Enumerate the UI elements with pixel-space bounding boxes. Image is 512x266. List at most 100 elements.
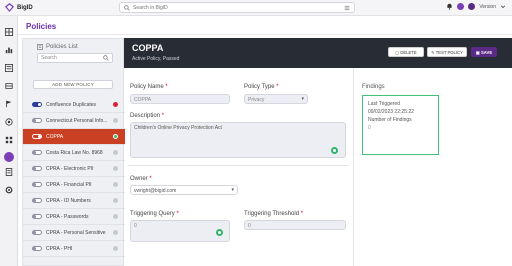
triggering-query-field[interactable]: 0 — [130, 220, 230, 242]
policy-toggle[interactable] — [32, 246, 42, 251]
policy-toggle[interactable] — [32, 214, 42, 219]
description-label: Description * — [130, 113, 165, 119]
chevron-down-icon: ▾ — [301, 96, 304, 102]
search-icon — [103, 55, 109, 61]
status-indicator-icon — [113, 230, 118, 235]
bigid-logo-icon — [5, 3, 14, 12]
flag-icon[interactable] — [5, 100, 13, 108]
status-indicator-icon — [113, 214, 118, 219]
top-bar: BigID Version — [0, 0, 512, 16]
threshold-value: 0 — [248, 223, 251, 229]
status-indicator-icon — [113, 182, 118, 187]
policy-list-item-label: CPRA - Passwords — [46, 214, 89, 220]
page-title: Policies — [26, 22, 57, 31]
nav-rail — [0, 16, 18, 266]
status-indicator-icon — [113, 150, 118, 155]
delete-label: DELETE — [400, 50, 417, 55]
policy-list-item[interactable]: CPRA - ID Numbers — [23, 193, 125, 209]
status-indicator-icon — [113, 118, 118, 123]
policy-toggle[interactable] — [32, 102, 42, 107]
divider — [18, 34, 512, 35]
owner-value: vwright@bigid.com — [134, 188, 177, 194]
policy-list-item[interactable]: Costa Rica Law No. 8968 — [23, 145, 125, 161]
findings-count-label: Number of Findings — [368, 117, 412, 123]
policy-title: COPPA — [132, 43, 164, 53]
catalog-icon[interactable] — [5, 64, 13, 72]
policy-list-item[interactable]: CPRA - Electronic PII — [23, 161, 125, 177]
description-value: Children's Online Privacy Protection Act — [134, 125, 222, 131]
policy-list-item-label: Costa Rica Law No. 8968 — [46, 150, 103, 156]
policy-toggle[interactable] — [32, 230, 42, 235]
policy-toggle[interactable] — [32, 198, 42, 203]
policy-toggle[interactable] — [32, 182, 42, 187]
add-policy-button[interactable]: ADD NEW POLICY — [33, 80, 113, 89]
policies-sidebar: Policies List Search ADD NEW POLICY Conf… — [22, 38, 125, 266]
status-indicator-icon — [113, 102, 118, 107]
save-label: SAVE — [481, 50, 493, 55]
triggering-query-value: 0 — [134, 223, 137, 229]
chevron-down-icon: ▾ — [231, 187, 234, 193]
status-indicator-icon — [113, 166, 118, 171]
app-logo[interactable]: BigID — [5, 3, 33, 12]
policy-list-item[interactable]: CPRA - Financial PII — [23, 177, 125, 193]
threshold-field[interactable]: 0 — [244, 220, 346, 230]
policy-type-select[interactable]: Privacy ▾ — [244, 94, 308, 104]
divider — [128, 165, 348, 166]
policy-list-item-label: COPPA — [46, 134, 64, 140]
policy-toggle[interactable] — [32, 118, 42, 123]
description-field[interactable]: Children's Online Privacy Protection Act — [130, 122, 346, 158]
user-label[interactable]: Version — [479, 4, 496, 10]
status-indicator-icon — [113, 246, 118, 251]
test-policy-label: TEST POLICY — [435, 50, 463, 55]
scan-icon[interactable] — [5, 118, 13, 126]
findings-title: Findings — [362, 84, 385, 90]
policy-list-item[interactable]: CPRA - Passwords — [23, 209, 125, 225]
last-triggered-label: Last Triggered — [368, 101, 400, 107]
test-policy-button[interactable]: ✎ TEST POLICY — [427, 47, 467, 57]
document-icon[interactable] — [5, 168, 13, 176]
policy-list-item[interactable]: Confluence Duplicates — [23, 97, 125, 113]
policy-name-value: COPPA — [134, 97, 152, 103]
policy-list-item[interactable]: Connecticut Personal Info... — [23, 113, 125, 129]
policy-toggle[interactable] — [32, 150, 42, 155]
bell-icon[interactable] — [446, 3, 453, 10]
settings-icon[interactable] — [500, 4, 506, 10]
policy-list-item-label: Confluence Duplicates — [46, 102, 97, 108]
policy-list-item[interactable]: CPRA - Personal Sensitive — [23, 225, 125, 241]
filter-icon[interactable] — [344, 5, 350, 11]
policy-type-value: Privacy — [248, 97, 265, 103]
policy-list-item-label: CPRA - Financial PII — [46, 182, 92, 188]
policy-header: COPPA Active Policy, Passed ▢ DELETE ✎ T… — [124, 38, 512, 68]
findings-card: Last Triggered 09/02/2023 22:25:22 Numbe… — [362, 95, 439, 155]
reports-icon[interactable] — [5, 46, 13, 54]
delete-button[interactable]: ▢ DELETE — [388, 47, 424, 57]
triggering-query-label: Triggering Query * — [130, 211, 179, 217]
policy-list-item-label: CPRA - PHI — [46, 246, 73, 252]
help-icon[interactable] — [457, 3, 465, 10]
validation-icon — [331, 147, 338, 154]
gear-icon[interactable] — [5, 186, 13, 194]
owner-label: Owner * — [130, 176, 152, 182]
owner-select[interactable]: vwright@bigid.com ▾ — [130, 185, 238, 195]
policy-list: Confluence Duplicates Connecticut Persona… — [23, 97, 125, 257]
policy-search-input[interactable]: Search — [37, 53, 113, 63]
policy-toggle[interactable] — [32, 166, 42, 171]
global-search-input[interactable] — [133, 4, 333, 11]
dashboard-icon[interactable] — [5, 28, 13, 36]
policy-name-label: Policy Name * — [130, 84, 168, 90]
policies-icon[interactable] — [4, 152, 14, 162]
apps-icon[interactable] — [5, 136, 13, 144]
policies-list-title: Policies List — [46, 44, 78, 50]
policy-toggle[interactable] — [32, 134, 42, 139]
policy-list-item-label: CPRA - Electronic PII — [46, 166, 94, 172]
validation-icon — [216, 229, 223, 236]
save-button[interactable]: ▣ SAVE — [471, 47, 497, 57]
global-search[interactable] — [119, 2, 355, 13]
sources-icon[interactable] — [5, 82, 13, 90]
policy-list-item[interactable]: COPPA — [23, 129, 125, 145]
policy-list-item[interactable]: CPRA - PHI — [23, 241, 125, 257]
policy-name-field[interactable]: COPPA — [130, 94, 230, 104]
divider — [353, 68, 354, 266]
avatar[interactable] — [468, 3, 476, 10]
findings-count-value: 0 — [368, 125, 371, 131]
